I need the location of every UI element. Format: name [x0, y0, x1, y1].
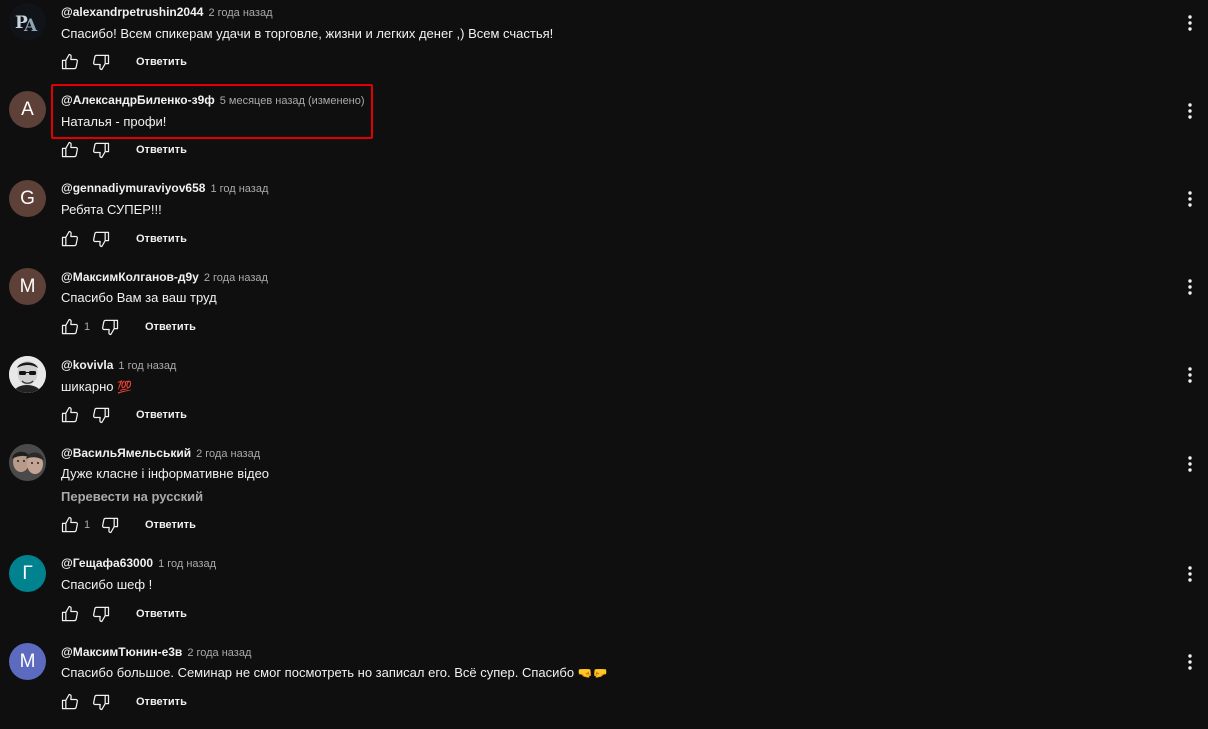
like-icon[interactable]: [60, 405, 80, 425]
more-options-icon[interactable]: [1180, 564, 1200, 584]
comment-time[interactable]: 1 год назад: [118, 360, 176, 372]
more-options-icon[interactable]: [1180, 189, 1200, 209]
like-count: 1: [84, 519, 91, 531]
comment-text: Ребята СУПЕР!!!: [61, 202, 162, 217]
like-icon[interactable]: [60, 229, 80, 249]
avatar[interactable]: M: [9, 643, 46, 680]
comment-time[interactable]: 2 года назад: [187, 647, 251, 659]
comment-text: Наталья - профи!: [61, 114, 167, 129]
comment-text: Спасибо большое. Семинар не смог посмотр…: [61, 665, 608, 680]
fist-bump-emoji: 🤜🤛: [577, 666, 608, 680]
comments-list: P A @alexandrpetrushin2044 2 года назад …: [0, 0, 1208, 729]
avatar-letter: M: [19, 276, 36, 297]
comment-time[interactable]: 5 месяцев назад (изменено): [220, 95, 365, 107]
avatar-letter: Г: [22, 563, 33, 584]
comment-time[interactable]: 1 год назад: [210, 183, 268, 195]
comment-author[interactable]: @ВасильЯмельський: [61, 446, 191, 460]
comment-author[interactable]: @АлександрБиленко-з9ф: [61, 93, 215, 107]
comment-text: Спасибо! Всем спикерам удачи в торговле,…: [61, 26, 554, 41]
svg-text:A: A: [23, 16, 38, 36]
avatar-letter: M: [19, 651, 36, 672]
dislike-icon[interactable]: [91, 229, 111, 249]
avatar[interactable]: [9, 444, 46, 481]
avatar-letter: G: [20, 188, 35, 209]
dislike-icon[interactable]: [91, 692, 111, 712]
like-icon[interactable]: [60, 515, 80, 535]
comment-text: Спасибо Вам за ваш труд: [61, 290, 217, 305]
comment-author[interactable]: @kovivla: [61, 358, 113, 372]
more-options-icon[interactable]: [1180, 652, 1200, 672]
avatar[interactable]: [9, 356, 46, 393]
dislike-icon[interactable]: [91, 140, 111, 160]
reply-button[interactable]: Ответить: [136, 409, 187, 421]
reply-button[interactable]: Ответить: [136, 56, 187, 68]
more-options-icon[interactable]: [1180, 365, 1200, 385]
comment-thread: P A @alexandrpetrushin2044 2 года назад …: [0, 0, 1208, 88]
dislike-icon[interactable]: [91, 405, 111, 425]
avatar[interactable]: A: [9, 91, 46, 128]
avatar-photo-icon: [9, 356, 46, 393]
comment-text: шикарно 💯: [61, 379, 132, 394]
comment-author[interactable]: @Гещафа63000: [61, 556, 153, 570]
like-icon[interactable]: [60, 604, 80, 624]
like-count: 1: [84, 321, 91, 333]
avatar-photo-icon: [9, 444, 46, 481]
comment-time[interactable]: 1 год назад: [158, 558, 216, 570]
reply-button[interactable]: Ответить: [145, 519, 196, 531]
dislike-icon[interactable]: [100, 317, 120, 337]
comment-author[interactable]: @alexandrpetrushin2044: [61, 5, 203, 19]
comment-author[interactable]: @МаксимТюнин-е3в: [61, 645, 182, 659]
like-icon[interactable]: [60, 317, 80, 337]
like-icon[interactable]: [60, 52, 80, 72]
comment-text: Спасибо шеф !: [61, 577, 153, 592]
comment-text: Дуже класне і інформативне відео: [61, 466, 270, 481]
more-options-icon[interactable]: [1180, 277, 1200, 297]
more-options-icon[interactable]: [1180, 101, 1200, 121]
translate-link[interactable]: Перевести на русский: [61, 489, 203, 504]
reply-button[interactable]: Ответить: [136, 144, 187, 156]
dislike-icon[interactable]: [91, 604, 111, 624]
avatar[interactable]: M: [9, 268, 46, 305]
like-icon[interactable]: [60, 692, 80, 712]
avatar[interactable]: Г: [9, 555, 46, 592]
dislike-icon[interactable]: [91, 52, 111, 72]
more-options-icon[interactable]: [1180, 454, 1200, 474]
reply-button[interactable]: Ответить: [136, 608, 187, 620]
comment-time[interactable]: 2 года назад: [204, 272, 268, 284]
comment-author[interactable]: @gennadiymuraviyov658: [61, 181, 205, 195]
avatar-letter: A: [21, 99, 34, 120]
avatar[interactable]: P A: [9, 3, 46, 40]
hundred-points-emoji: 💯: [117, 380, 133, 394]
like-icon[interactable]: [60, 140, 80, 160]
comment-author[interactable]: @МаксимКолганов-д9у: [61, 270, 199, 284]
comment-time[interactable]: 2 года назад: [196, 448, 260, 460]
reply-button[interactable]: Ответить: [145, 321, 196, 333]
comment-text-body: шикарно: [61, 379, 114, 394]
comment-text-body: Спасибо большое. Семинар не смог посмотр…: [61, 665, 575, 680]
comment-time[interactable]: 2 года назад: [208, 7, 272, 19]
reply-button[interactable]: Ответить: [136, 696, 187, 708]
more-options-icon[interactable]: [1180, 13, 1200, 33]
avatar[interactable]: G: [9, 180, 46, 217]
dislike-icon[interactable]: [100, 515, 120, 535]
reply-button[interactable]: Ответить: [136, 233, 187, 245]
avatar-logo-icon: P A: [9, 3, 46, 40]
